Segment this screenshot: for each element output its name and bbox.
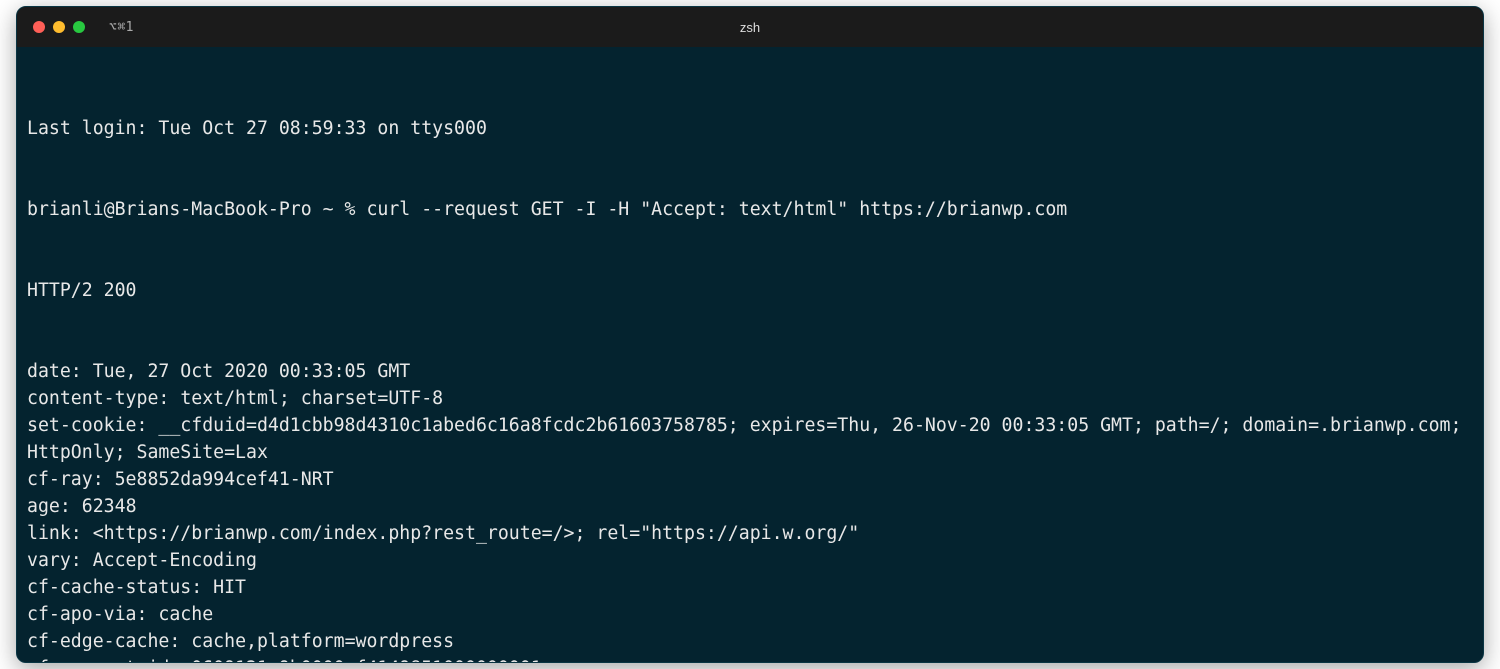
http-header-line: age: 62348 bbox=[27, 493, 1473, 520]
http-header-key: age: bbox=[27, 496, 71, 517]
http-header-value: <https://brianwp.com/index.php?rest_rout… bbox=[93, 523, 860, 544]
zoom-icon[interactable] bbox=[73, 21, 85, 33]
traffic-lights bbox=[33, 21, 85, 33]
titlebar[interactable]: ⌥⌘1 zsh bbox=[17, 7, 1483, 47]
terminal-window: ⌥⌘1 zsh Last login: Tue Oct 27 08:59:33 … bbox=[16, 6, 1484, 663]
http-header-value: 0609121c9b0000ef4149851000000001 bbox=[191, 658, 541, 662]
http-header-line: date: Tue, 27 Oct 2020 00:33:05 GMT bbox=[27, 358, 1473, 385]
http-header-value: text/html; charset=UTF-8 bbox=[180, 388, 443, 409]
http-status-line: HTTP/2 200 bbox=[27, 277, 1473, 304]
http-header-line: cf-edge-cache: cache,platform=wordpress bbox=[27, 628, 1473, 655]
http-header-line: cf-request-id: 0609121c9b0000ef414985100… bbox=[27, 655, 1473, 662]
http-header-value: HIT bbox=[213, 577, 246, 598]
http-header-key: link: bbox=[27, 523, 82, 544]
terminal-output[interactable]: Last login: Tue Oct 27 08:59:33 on ttys0… bbox=[17, 47, 1483, 662]
http-header-key: vary: bbox=[27, 550, 82, 571]
http-header-line: set-cookie: __cfduid=d4d1cbb98d4310c1abe… bbox=[27, 412, 1473, 466]
http-header-key: cf-ray: bbox=[27, 469, 104, 490]
shell-prompt: brianli@Brians-MacBook-Pro ~ % bbox=[27, 199, 366, 220]
http-header-line: content-type: text/html; charset=UTF-8 bbox=[27, 385, 1473, 412]
http-header-key: set-cookie: bbox=[27, 415, 147, 436]
http-header-line: cf-ray: 5e8852da994cef41-NRT bbox=[27, 466, 1473, 493]
http-header-key: cf-apo-via: bbox=[27, 604, 147, 625]
http-header-value: __cfduid=d4d1cbb98d4310c1abed6c16a8fcdc2… bbox=[27, 415, 1472, 463]
http-header-key: content-type: bbox=[27, 388, 169, 409]
last-login-line: Last login: Tue Oct 27 08:59:33 on ttys0… bbox=[27, 115, 1473, 142]
http-header-line: cf-apo-via: cache bbox=[27, 601, 1473, 628]
http-header-line: link: <https://brianwp.com/index.php?res… bbox=[27, 520, 1473, 547]
http-header-value: Accept-Encoding bbox=[93, 550, 257, 571]
window-title: zsh bbox=[740, 20, 760, 35]
minimize-icon[interactable] bbox=[53, 21, 65, 33]
http-header-value: 5e8852da994cef41-NRT bbox=[115, 469, 334, 490]
http-header-value: Tue, 27 Oct 2020 00:33:05 GMT bbox=[93, 361, 411, 382]
http-header-line: cf-cache-status: HIT bbox=[27, 574, 1473, 601]
http-header-key: cf-request-id: bbox=[27, 658, 180, 662]
http-header-key: cf-cache-status: bbox=[27, 577, 202, 598]
close-icon[interactable] bbox=[33, 21, 45, 33]
http-header-key: date: bbox=[27, 361, 82, 382]
http-header-value: cache bbox=[158, 604, 213, 625]
http-header-value: cache,platform=wordpress bbox=[191, 631, 454, 652]
http-header-key: cf-edge-cache: bbox=[27, 631, 180, 652]
command-text: curl --request GET -I -H "Accept: text/h… bbox=[366, 199, 1067, 220]
http-header-value: 62348 bbox=[82, 496, 137, 517]
prompt-line: brianli@Brians-MacBook-Pro ~ % curl --re… bbox=[27, 196, 1473, 223]
tab-label: ⌥⌘1 bbox=[109, 20, 134, 35]
http-header-line: vary: Accept-Encoding bbox=[27, 547, 1473, 574]
